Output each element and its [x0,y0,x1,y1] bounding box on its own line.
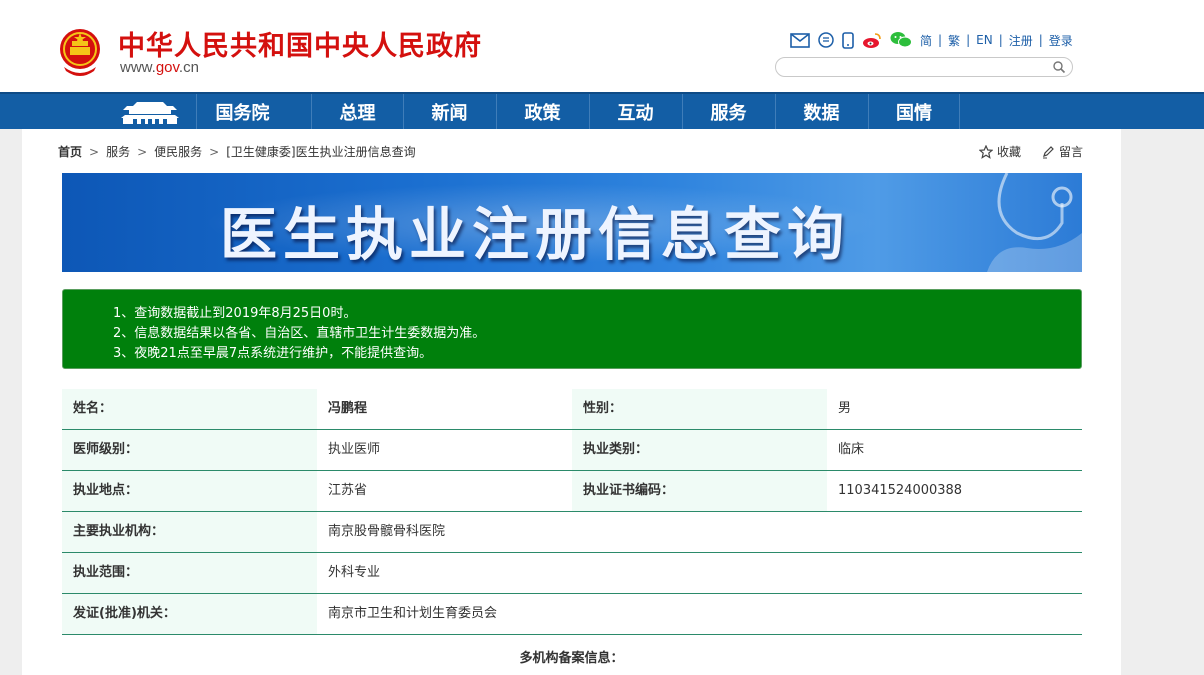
table-row: 医师级别： 执业医师 执业类别： 临床 [62,430,1082,471]
header-toolbar: 简 | 繁 | EN | 注册 | 登录 [790,30,1073,50]
breadcrumb-separator: > [89,144,100,159]
table-row: 执业范围： 外科专业 [62,553,1082,594]
separator: | [1038,33,1043,47]
gender-label: 性别： [572,389,827,429]
scope-value: 外科专业 [317,553,1082,593]
stethoscope-icon [987,173,1082,272]
message-button[interactable]: 留言 [1041,143,1083,160]
table-row: 发证(批准)机关： 南京市卫生和计划生育委员会 [62,594,1082,635]
breadcrumb-public-services[interactable]: 便民服务 [154,143,202,160]
cert-label: 执业证书编码： [572,471,827,511]
table-row: 执业地点： 江苏省 执业证书编码： 110341524000388 [62,471,1082,512]
separator: | [938,33,943,47]
link-traditional[interactable]: 繁 [948,32,960,49]
star-icon [978,144,993,159]
domain-highlight: gov [155,59,179,76]
page-banner: 医生执业注册信息查询 [62,173,1082,272]
domain-suffix: .cn [178,59,199,76]
nav-item-interaction[interactable]: 互动 [589,94,681,129]
pencil-icon [1042,145,1054,158]
breadcrumb-separator: > [209,144,220,159]
nav-item-state-council[interactable]: 国务院 [196,94,288,129]
main-nav: 国务院 总理 新闻 政策 互动 服务 数据 国情 [0,92,1204,129]
search-icon[interactable] [1052,60,1066,74]
level-value: 执业医师 [317,430,572,470]
table-row: 姓名： 冯鹏程 性别： 男 [62,389,1082,430]
site-domain: www.gov.cn [120,59,199,76]
national-emblem-icon[interactable] [58,27,102,77]
tiananmen-icon [121,101,179,124]
message-label: 留言 [1058,145,1083,159]
breadcrumb-home[interactable]: 首页 [58,143,82,160]
category-value: 临床 [827,430,1082,470]
breadcrumb-current[interactable]: [卫生健康委]医生执业注册信息查询 [226,143,415,160]
nav-home[interactable] [104,94,196,129]
table-row: 主要执业机构： 南京股骨髋骨科医院 [62,512,1082,553]
link-login[interactable]: 登录 [1049,32,1073,49]
message-icon[interactable] [818,32,834,48]
separator: | [998,33,1003,47]
domain-prefix: www. [120,59,156,76]
search-input[interactable] [786,59,1050,77]
link-english[interactable]: EN [976,33,993,47]
cert-value: 110341524000388 [827,471,1082,511]
location-value: 江苏省 [317,471,572,511]
breadcrumb: 首页 > 服务 > 便民服务 > [卫生健康委]医生执业注册信息查询 [58,143,416,160]
banner-title: 医生执业注册信息查询 [220,202,850,268]
link-register[interactable]: 注册 [1009,32,1033,49]
location-label: 执业地点： [62,471,317,511]
name-value: 冯鹏程 [317,389,572,429]
issuer-label: 发证(批准)机关： [62,594,317,634]
nav-item-premier[interactable]: 总理 [311,94,403,129]
breadcrumb-separator: > [137,144,148,159]
gender-value: 男 [827,389,1082,429]
favorite-label: 收藏 [996,145,1021,159]
nav-item-policy[interactable]: 政策 [496,94,588,129]
nav-item-national-info[interactable]: 国情 [868,94,960,129]
nav-item-news[interactable]: 新闻 [403,94,495,129]
notice-line: 2、信息数据结果以各省、自治区、直辖市卫生计生委数据为准。 [113,326,486,341]
breadcrumb-services[interactable]: 服务 [106,143,130,160]
link-simplified[interactable]: 简 [920,32,932,49]
weibo-icon[interactable] [862,32,882,49]
scope-label: 执业范围： [62,553,317,593]
multi-institution-title: 多机构备案信息： [519,651,624,666]
site-title[interactable]: 中华人民共和国中央人民政府 [118,24,482,63]
search-box [775,57,1073,77]
mobile-icon[interactable] [842,31,854,49]
issuer-value: 南京市卫生和计划生育委员会 [317,594,1082,634]
nav-item-services[interactable]: 服务 [682,94,774,129]
content-area: 首页 > 服务 > 便民服务 > [卫生健康委]医生执业注册信息查询 收藏 留言… [22,129,1121,675]
page-actions: 收藏 留言 [959,143,1083,160]
notice-line: 1、查询数据截止到2019年8月25日0时。 [113,306,357,321]
nav-item-data[interactable]: 数据 [775,94,867,129]
notice-panel: 1、查询数据截止到2019年8月25日0时。 2、信息数据结果以各省、自治区、直… [62,289,1082,369]
wechat-icon[interactable] [890,31,912,49]
org-label: 主要执业机构： [62,512,317,552]
category-label: 执业类别： [572,430,827,470]
mail-icon[interactable] [790,32,810,48]
name-label: 姓名： [62,389,317,429]
notice-line: 3、夜晚21点至早晨7点系统进行维护，不能提供查询。 [113,346,433,361]
separator: | [966,33,971,47]
level-label: 医师级别： [62,430,317,470]
favorite-button[interactable]: 收藏 [978,143,1021,160]
org-value: 南京股骨髋骨科医院 [317,512,1082,552]
site-header: 中华人民共和国中央人民政府 www.gov.cn 简 | 繁 | EN | 注册… [0,0,1204,92]
